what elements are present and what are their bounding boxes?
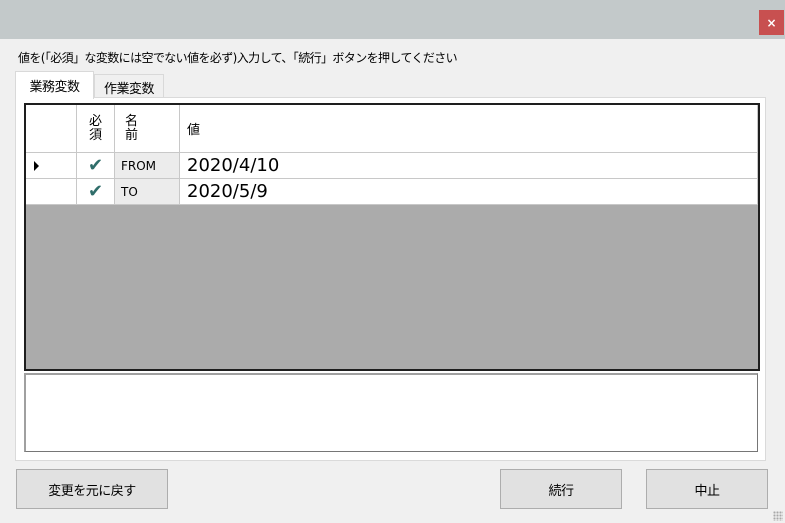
grid-header-row: 必 須 名 前 値 — [26, 105, 758, 153]
continue-button[interactable]: 続行 — [500, 469, 622, 509]
revert-changes-button[interactable]: 変更を元に戻す — [16, 469, 168, 509]
column-header-required-line1: 必 — [89, 113, 103, 129]
table-row[interactable]: ✔ FROM 2020/4/10 — [26, 153, 758, 179]
check-icon: ✔ — [87, 155, 104, 176]
column-header-name[interactable]: 名 前 — [115, 105, 180, 153]
column-header-required[interactable]: 必 須 — [77, 105, 115, 153]
resize-grip[interactable] — [773, 511, 783, 521]
row-header[interactable] — [26, 179, 77, 205]
column-header-name-line2: 前 — [125, 127, 139, 143]
required-cell: ✔ — [77, 179, 115, 205]
column-header-required-line2: 須 — [89, 127, 103, 143]
column-header-name-line1: 名 — [125, 113, 139, 129]
row-header[interactable] — [26, 153, 77, 179]
current-row-arrow-icon — [34, 160, 39, 171]
column-header-value[interactable]: 値 — [180, 105, 758, 153]
tab-business-variables[interactable]: 業務変数 — [15, 71, 94, 99]
name-cell: FROM — [115, 153, 180, 179]
instruction-text: 値を(「必須」な変数には空でない値を必ず)入力して、「続行」ボタンを押してくださ… — [18, 51, 458, 65]
close-button[interactable]: × — [759, 10, 784, 35]
description-textarea[interactable] — [24, 373, 758, 452]
table-row[interactable]: ✔ TO 2020/5/9 — [26, 179, 758, 205]
title-bar: × — [0, 0, 785, 39]
value-cell[interactable]: 2020/5/9 — [180, 179, 758, 205]
check-icon: ✔ — [87, 181, 104, 202]
row-header-corner — [26, 105, 77, 153]
name-cell: TO — [115, 179, 180, 205]
abort-button[interactable]: 中止 — [646, 469, 768, 509]
variables-grid[interactable]: 必 須 名 前 値 ✔ FROM 2020/4/10 ✔ TO 2020/5/9 — [24, 103, 760, 371]
close-icon: × — [766, 15, 777, 30]
required-cell: ✔ — [77, 153, 115, 179]
value-cell[interactable]: 2020/4/10 — [180, 153, 758, 179]
